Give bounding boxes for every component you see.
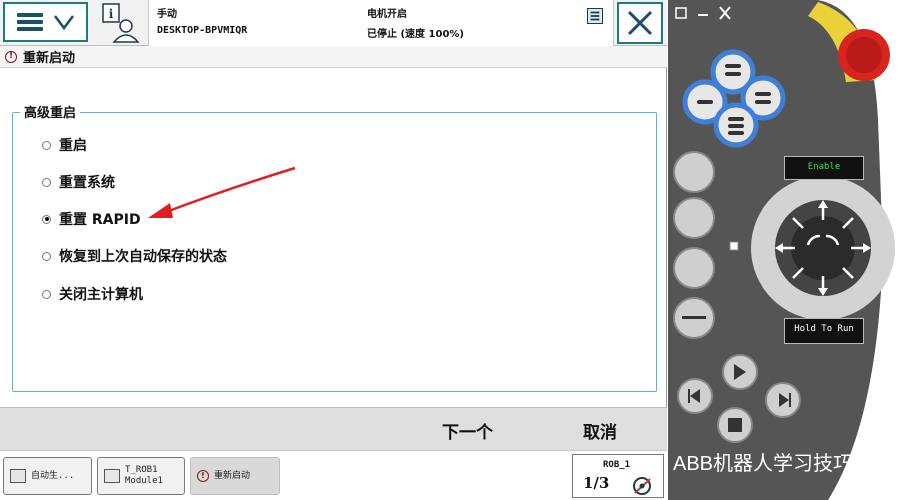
page-title: 重新启动 <box>23 51 76 66</box>
window-icon <box>10 469 26 483</box>
chevron-down-icon <box>53 15 74 31</box>
option-label: 重置系统 <box>59 175 115 191</box>
option-label: 恢复到上次自动保存的状态 <box>59 249 227 265</box>
task-label: 重新启动 <box>214 470 251 481</box>
page-title-bar: ! 重新启动 <box>0 46 667 68</box>
task-label: T_ROB1 Module1 <box>125 465 163 486</box>
enable-button[interactable]: Enable <box>784 156 864 180</box>
action-bar: 下一个 取消 <box>0 407 667 450</box>
motor-state: 电机开启 <box>367 9 407 20</box>
task-auto-production[interactable]: 自动生... <box>3 457 92 495</box>
radio-reset-system[interactable] <box>42 177 51 187</box>
option-restart[interactable]: 重启 <box>42 135 87 155</box>
operator-window-icon[interactable]: i <box>97 2 145 44</box>
option-revert-auto-save[interactable]: 恢复到上次自动保存的状态 <box>42 246 227 266</box>
option-label: 关闭主计算机 <box>59 287 143 303</box>
option-shutdown-computer[interactable]: 关闭主计算机 <box>42 284 143 304</box>
close-icon <box>627 10 653 36</box>
option-reset-rapid[interactable]: 重置 RAPID <box>42 209 141 229</box>
hamburger-icon <box>16 13 43 31</box>
abb-menu-button[interactable] <box>3 2 88 42</box>
quickset-icon <box>633 477 651 495</box>
status-bar: 手动 DESKTOP-BPVMIQR 电机开启 已停止 (速度 100%) <box>148 0 614 46</box>
group-label: 高级重启 <box>20 102 81 121</box>
svg-text:i: i <box>109 7 114 21</box>
restart-icon: ! <box>5 50 17 63</box>
task-fraction: 1/3 <box>583 474 610 492</box>
hold-to-run-button[interactable]: Hold To Run <box>784 318 864 344</box>
window-icon <box>104 469 120 483</box>
option-reset-system[interactable]: 重置系统 <box>42 172 115 192</box>
cancel-button[interactable]: 取消 <box>583 418 617 443</box>
program-state: 已停止 (速度 100%) <box>367 29 464 40</box>
operating-mode: 手动 <box>157 9 177 20</box>
pendant-body <box>668 0 903 500</box>
controller-name: DESKTOP-BPVMIQR <box>157 25 248 36</box>
flexpendant-screen: i 手动 DESKTOP-BPVMIQR 电机开启 已停止 (速度 100%) … <box>0 0 667 500</box>
close-button[interactable] <box>617 2 663 44</box>
radio-reset-rapid[interactable] <box>42 214 51 224</box>
task-program-editor[interactable]: T_ROB1 Module1 <box>97 457 185 495</box>
virtual-pendant-hardware <box>668 0 903 500</box>
mechanical-unit-name: ROB_1 <box>603 460 631 470</box>
next-button[interactable]: 下一个 <box>442 418 493 443</box>
watermark-caption: ABB机器人学习技巧 <box>673 453 854 475</box>
task-label: 自动生... <box>31 470 75 481</box>
event-log-icon[interactable] <box>587 8 603 24</box>
radio-revert-auto-save[interactable] <box>42 251 51 261</box>
radio-shutdown-computer[interactable] <box>42 289 51 299</box>
task-restart[interactable]: ! 重新启动 <box>190 457 280 495</box>
quickset-button[interactable]: ROB_1 1/3 <box>572 454 664 498</box>
radio-restart[interactable] <box>42 140 51 150</box>
top-bar: i 手动 DESKTOP-BPVMIQR 电机开启 已停止 (速度 100%) <box>0 0 667 46</box>
option-label: 重启 <box>59 138 87 154</box>
taskbar: 自动生... T_ROB1 Module1 ! 重新启动 ROB_1 1/3 <box>0 450 667 500</box>
restart-icon: ! <box>197 470 209 482</box>
option-label: 重置 RAPID <box>59 212 141 228</box>
